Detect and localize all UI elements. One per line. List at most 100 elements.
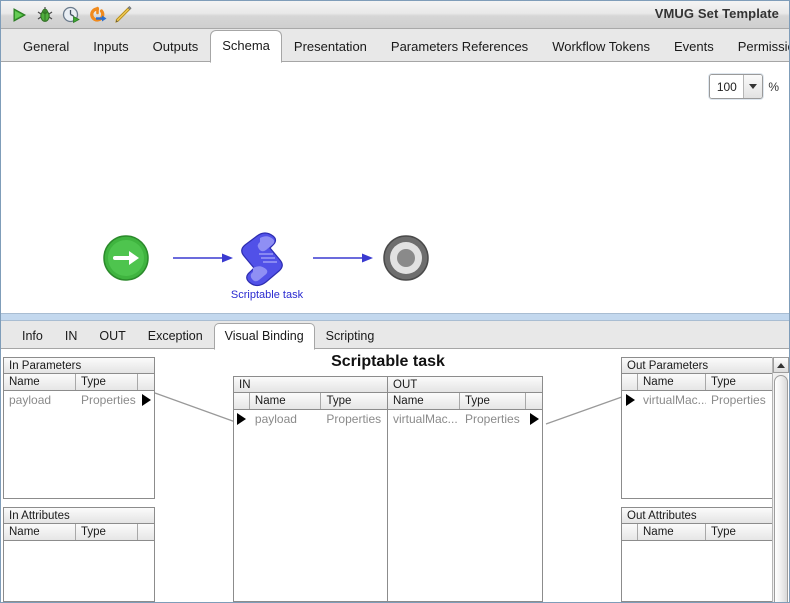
in-parameters-header: Name Type	[4, 374, 154, 391]
column-header-type: Type	[326, 395, 352, 407]
tab-info[interactable]: Info	[11, 323, 54, 349]
binding-connector-handle[interactable]	[138, 391, 154, 409]
task-in-title: IN	[234, 377, 387, 393]
connector-triangle-icon	[529, 413, 539, 425]
column-header-type: Type	[711, 526, 736, 538]
column-header-name: Name	[388, 393, 460, 409]
table-row[interactable]: payload Properties	[4, 391, 154, 409]
column-header-marker	[622, 524, 638, 540]
out-parameters-panel: Out Parameters Name Type virtualMac... P…	[621, 357, 773, 499]
title-bar: VMUG Set Template	[1, 1, 789, 29]
edit-icon[interactable]	[111, 3, 135, 27]
task-in-type: Properties	[326, 412, 382, 426]
element-details-pane: Info IN OUT Exception Visual Binding Scr…	[1, 313, 789, 602]
scroll-up-button[interactable]	[773, 357, 789, 373]
tab-in[interactable]: IN	[54, 323, 89, 349]
in-parameter-name: payload	[9, 393, 52, 407]
out-parameters-title: Out Parameters	[622, 358, 772, 374]
column-header-marker	[526, 393, 542, 409]
debug-icon[interactable]	[33, 3, 57, 27]
out-attributes-title: Out Attributes	[622, 508, 772, 524]
tab-parameters-references[interactable]: Parameters References	[379, 32, 540, 62]
tab-schema[interactable]: Schema	[210, 30, 282, 63]
visual-binding-area: In Parameters Name Type payload Properti…	[1, 349, 789, 602]
column-header-type: Type	[76, 524, 138, 540]
out-parameters-header: Name Type	[622, 374, 772, 391]
flow-arrow-2	[313, 253, 373, 263]
column-header-marker	[138, 524, 154, 540]
main-tab-strip: General Inputs Outputs Schema Presentati…	[1, 29, 789, 63]
connector-triangle-icon	[141, 394, 151, 406]
binding-wire-out	[545, 392, 634, 425]
column-header-marker	[622, 374, 638, 390]
main-tabs: General Inputs Outputs Schema Presentati…	[11, 30, 789, 63]
tab-workflow-tokens[interactable]: Workflow Tokens	[540, 32, 662, 62]
out-attributes-header: Name Type	[622, 524, 772, 541]
tab-exception[interactable]: Exception	[137, 323, 214, 349]
in-attributes-title: In Attributes	[4, 508, 154, 524]
in-parameters-panel: In Parameters Name Type payload Properti…	[3, 357, 155, 499]
task-out-section: OUT Name Type virtualMac... Properties	[388, 377, 542, 601]
binding-wire-in	[154, 392, 242, 425]
out-parameter-name: virtualMac...	[643, 393, 706, 407]
table-row[interactable]: virtualMac... Properties	[622, 391, 772, 409]
tab-scripting[interactable]: Scripting	[315, 323, 386, 349]
workflow-icon[interactable]	[85, 3, 109, 27]
in-parameters-title: In Parameters	[4, 358, 154, 374]
end-node	[383, 235, 429, 281]
task-title: Scriptable task	[331, 353, 445, 370]
column-header-name: Name	[638, 524, 706, 540]
tab-inputs[interactable]: Inputs	[81, 32, 140, 62]
scrollbar-thumb[interactable]	[774, 375, 788, 602]
column-header-type: Type	[711, 376, 736, 388]
pane-divider[interactable]	[1, 313, 789, 321]
schema-flow-graph	[103, 232, 429, 287]
binding-connector-handle[interactable]	[526, 410, 542, 428]
scriptable-task-node	[241, 232, 283, 287]
task-in-header: Name Type	[234, 393, 387, 410]
sub-tabs: Info IN OUT Exception Visual Binding Scr…	[11, 323, 386, 350]
in-attributes-header: Name Type	[4, 524, 154, 541]
flow-arrow-1	[173, 253, 233, 263]
tab-general[interactable]: General	[11, 32, 81, 62]
run-icon[interactable]	[7, 3, 31, 27]
tab-outputs[interactable]: Outputs	[141, 32, 211, 62]
column-header-name: Name	[250, 393, 322, 409]
connector-triangle-icon	[625, 394, 635, 406]
tab-permissions[interactable]: Permissions	[726, 32, 789, 62]
workflow-editor-window: VMUG Set Template General Inputs Outputs…	[0, 0, 790, 603]
table-row[interactable]: virtualMac... Properties	[388, 410, 542, 428]
task-out-name: virtualMac...	[393, 412, 458, 426]
in-parameter-type: Properties	[81, 393, 136, 407]
tab-presentation[interactable]: Presentation	[282, 32, 379, 62]
task-in-name: payload	[254, 412, 297, 426]
sub-tab-strip: Info IN OUT Exception Visual Binding Scr…	[1, 321, 789, 350]
connector-triangle-icon	[237, 413, 247, 425]
out-attributes-panel: Out Attributes Name Type	[621, 507, 773, 602]
column-header-marker	[234, 393, 250, 409]
column-header-marker	[138, 374, 154, 390]
tab-visual-binding[interactable]: Visual Binding	[213, 323, 315, 350]
task-in-section: IN Name Type payload Properties	[234, 377, 388, 601]
window-title: VMUG Set Template	[654, 6, 779, 21]
column-header-type: Type	[460, 393, 526, 409]
vertical-scrollbar[interactable]	[772, 357, 789, 602]
start-node	[103, 235, 149, 281]
binding-connector-handle[interactable]	[622, 391, 638, 409]
column-header-name: Name	[638, 374, 706, 390]
column-header-name: Name	[4, 524, 76, 540]
schema-canvas[interactable]: 100 % Scriptable task	[1, 62, 789, 313]
task-out-title: OUT	[388, 377, 542, 393]
binding-connector-handle[interactable]	[234, 410, 250, 428]
scriptable-task-node-label: Scriptable task	[230, 289, 304, 301]
task-binding-box: IN Name Type payload Properties OUT Name…	[233, 376, 543, 602]
tab-events[interactable]: Events	[662, 32, 726, 62]
task-out-type: Properties	[465, 412, 520, 426]
schedule-icon[interactable]	[59, 3, 83, 27]
triangle-up-icon	[777, 362, 785, 368]
in-attributes-panel: In Attributes Name Type	[3, 507, 155, 602]
table-row[interactable]: payload Properties	[234, 410, 387, 428]
tab-out[interactable]: OUT	[88, 323, 136, 349]
out-parameter-type: Properties	[711, 393, 766, 407]
task-out-header: Name Type	[388, 393, 542, 410]
